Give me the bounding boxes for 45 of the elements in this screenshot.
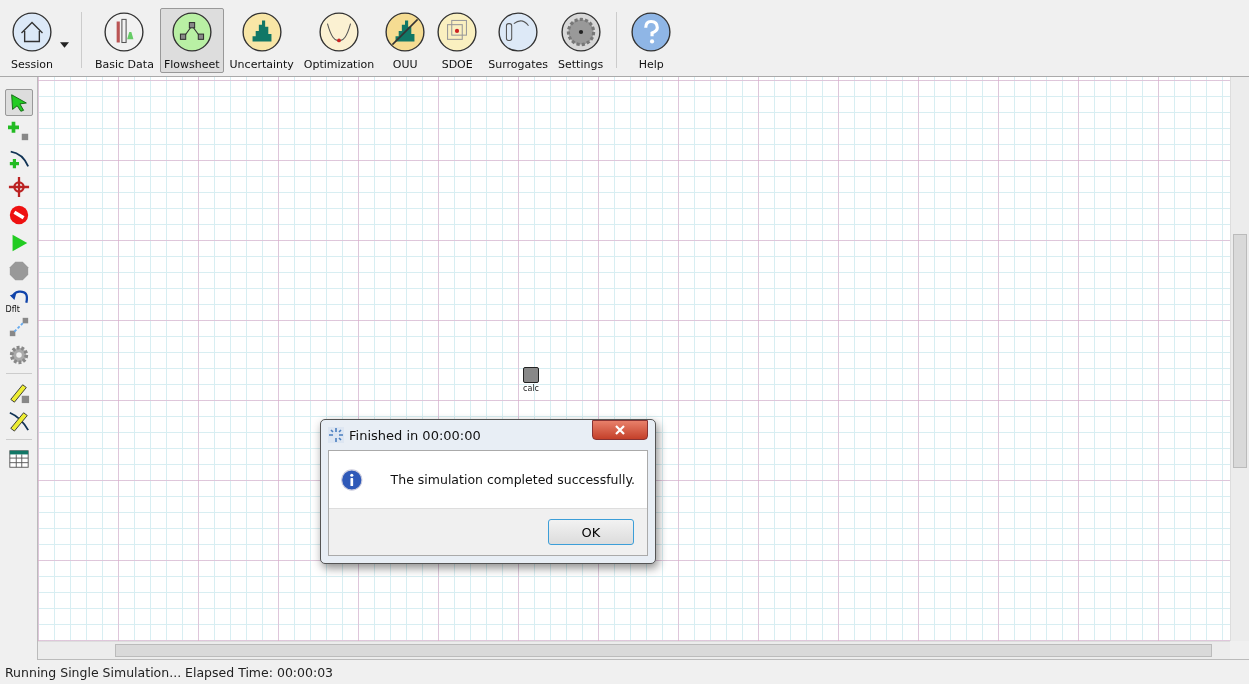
toolbar-button[interactable]: SDOE	[432, 8, 483, 73]
circle-icon	[384, 11, 427, 53]
circle-icon	[497, 11, 540, 53]
octagon-icon	[7, 259, 30, 282]
crosshair-icon	[7, 175, 30, 198]
table-icon	[7, 447, 30, 470]
dialog-message: The simulation completed successfully.	[390, 472, 635, 487]
scrollbar-thumb[interactable]	[115, 644, 1212, 657]
toolbar-button[interactable]: Help	[626, 8, 677, 73]
gear-icon	[559, 11, 602, 53]
toolbar-button[interactable]: Session	[7, 8, 57, 73]
circle-icon	[170, 11, 213, 53]
scrollbar-thumb[interactable]	[1233, 234, 1247, 468]
circle-icon	[240, 11, 283, 53]
spinner-icon	[328, 427, 344, 443]
dialog-title: Finished in 00:00:00	[349, 427, 482, 443]
node-label: calc	[523, 384, 539, 393]
vertical-scrollbar[interactable]	[1230, 77, 1249, 641]
circle-icon	[318, 11, 360, 53]
node-square[interactable]	[523, 367, 539, 383]
circle-icon	[103, 11, 146, 53]
close-icon	[615, 425, 625, 435]
horizontal-scrollbar[interactable]	[38, 641, 1230, 659]
no-entry-icon	[7, 203, 30, 226]
pencil-curve-icon	[7, 409, 30, 432]
gear-icon	[7, 343, 30, 366]
toolbar-button[interactable]: OUU	[380, 8, 431, 73]
circle-icon	[436, 11, 479, 53]
ok-button[interactable]: OK	[548, 519, 634, 545]
flowsheet-canvas[interactable]: calc Finished in 00:00:00 The simulation completed successfully. OK	[38, 77, 1230, 641]
dashed-link-icon	[7, 315, 30, 338]
close-button[interactable]	[592, 420, 648, 440]
circle-icon	[11, 11, 53, 53]
toolbar-button[interactable]: Surrogates	[484, 8, 553, 73]
toolbar-button[interactable]: Basic Data	[91, 8, 158, 73]
plus-square-icon	[7, 119, 30, 142]
toolbar-button[interactable]: Settings	[554, 8, 608, 73]
status-bar-text: Running Single Simulation... Elapsed Time: 00:00:03	[4, 663, 335, 682]
toolbar-button[interactable]: Flowsheet	[159, 8, 224, 73]
reset-tool-button[interactable]: Dflt	[4, 285, 33, 312]
toolbar-button[interactable]: Uncertainty	[225, 8, 298, 73]
caret-icon[interactable]	[60, 42, 69, 48]
toolbar-button[interactable]: Optimization	[299, 8, 379, 73]
help-icon	[630, 11, 673, 53]
select-tool-button[interactable]	[4, 89, 33, 116]
